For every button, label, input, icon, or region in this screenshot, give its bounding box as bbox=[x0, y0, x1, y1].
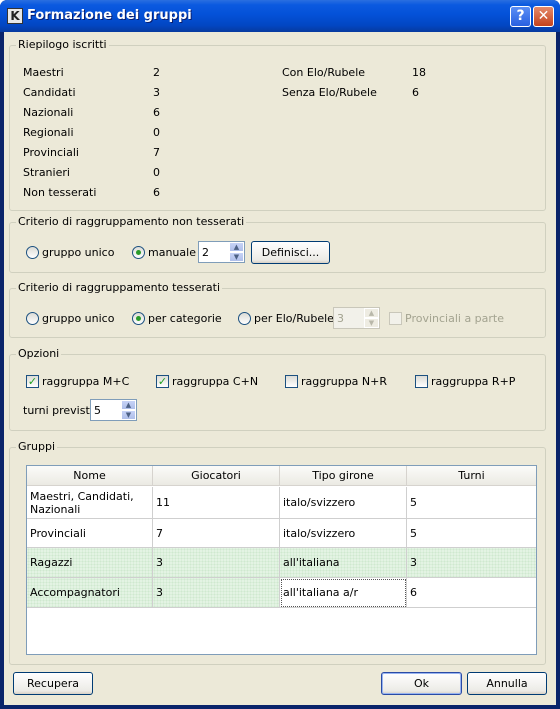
summary-label-regionali: Regionali bbox=[23, 126, 74, 139]
summary-label-maestri: Maestri bbox=[23, 66, 64, 79]
cell-turni[interactable]: 3 bbox=[407, 548, 536, 578]
raggruppa-nr-checkbox[interactable] bbox=[285, 375, 298, 388]
spinner-arrows-disabled: ▲ ▼ bbox=[364, 308, 379, 328]
cell-tipo-girone[interactable]: all'italiana bbox=[280, 548, 407, 578]
turni-previsti-value[interactable]: 5 bbox=[94, 404, 101, 417]
non-tesserati-radio-manuale[interactable] bbox=[132, 246, 145, 259]
cell-turni[interactable]: 6 bbox=[407, 578, 536, 608]
tesserati-spinner[interactable]: 3 ▲ ▼ bbox=[333, 307, 380, 329]
help-button[interactable]: ? bbox=[510, 6, 531, 27]
summary-value-stranieri: 0 bbox=[153, 166, 160, 179]
raggruppa-mc-checkbox[interactable]: ✓ bbox=[26, 375, 39, 388]
summary-value-nazionali: 6 bbox=[153, 106, 160, 119]
spinner-down-icon[interactable]: ▼ bbox=[121, 410, 136, 420]
table-row[interactable]: Accompagnatori 3 all'italiana a/r 6 bbox=[27, 578, 536, 608]
summary-label-con-elo: Con Elo/Rubele bbox=[282, 66, 366, 79]
tesserati-spinner-value: 3 bbox=[337, 312, 344, 325]
cell-tipo-girone[interactable]: all'italiana a/r bbox=[280, 578, 407, 608]
provinciali-a-parte-checkbox[interactable] bbox=[389, 312, 402, 325]
summary-label-non-tesserati: Non tesserati bbox=[23, 186, 97, 199]
annulla-button[interactable]: Annulla bbox=[467, 672, 547, 695]
dialog-client: Riepilogo iscritti Maestri 2 Candidati 3… bbox=[4, 32, 556, 705]
column-header-turni[interactable]: Turni bbox=[407, 466, 536, 486]
cell-nome[interactable]: Provinciali bbox=[27, 519, 153, 548]
raggruppa-cn-label[interactable]: raggruppa C+N bbox=[172, 375, 258, 388]
tesserati-label-elo[interactable]: per Elo/Rubele bbox=[254, 312, 334, 325]
spinner-arrows: ▲ ▼ bbox=[229, 242, 244, 262]
close-button[interactable]: ✕ bbox=[533, 6, 554, 27]
non-tesserati-radio-unico[interactable] bbox=[26, 246, 39, 259]
spinner-arrows: ▲ ▼ bbox=[121, 400, 136, 420]
cell-nome[interactable]: Accompagnatori bbox=[27, 578, 153, 608]
app-icon: K bbox=[7, 8, 23, 24]
summary-label-candidati: Candidati bbox=[23, 86, 76, 99]
column-header-tipo-girone[interactable]: Tipo girone bbox=[280, 466, 407, 486]
table-row[interactable]: Ragazzi 3 all'italiana 3 bbox=[27, 548, 536, 578]
column-header-nome[interactable]: Nome bbox=[27, 466, 153, 486]
spinner-up-icon: ▲ bbox=[364, 308, 379, 318]
tesserati-radio-categorie[interactable] bbox=[132, 312, 145, 325]
raggruppa-mc-label[interactable]: raggruppa M+C bbox=[42, 375, 129, 388]
summary-value-non-tesserati: 6 bbox=[153, 186, 160, 199]
non-tesserati-label-unico[interactable]: gruppo unico bbox=[42, 246, 114, 259]
summary-value-regionali: 0 bbox=[153, 126, 160, 139]
non-tesserati-group-title: Criterio di raggruppamento non tesserati bbox=[16, 215, 247, 229]
table-row[interactable]: Maestri, Candidati, Nazionali 11 italo/s… bbox=[27, 487, 536, 519]
cell-nome[interactable]: Maestri, Candidati, Nazionali bbox=[27, 487, 153, 519]
non-tesserati-label-manuale[interactable]: manuale bbox=[148, 246, 196, 259]
summary-label-provinciali: Provinciali bbox=[23, 146, 79, 159]
spinner-up-icon[interactable]: ▲ bbox=[229, 242, 244, 252]
cell-nome[interactable]: Ragazzi bbox=[27, 548, 153, 578]
tesserati-label-categorie[interactable]: per categorie bbox=[148, 312, 222, 325]
cell-turni[interactable]: 5 bbox=[407, 487, 536, 519]
table-header: Nome Giocatori Tipo girone Turni bbox=[27, 466, 536, 486]
cell-tipo-girone[interactable]: italo/svizzero bbox=[280, 487, 407, 519]
provinciali-a-parte-label: Provinciali a parte bbox=[405, 312, 505, 325]
tesserati-label-unico[interactable]: gruppo unico bbox=[42, 312, 114, 325]
summary-value-con-elo: 18 bbox=[412, 66, 426, 79]
spinner-down-icon: ▼ bbox=[364, 318, 379, 328]
raggruppa-rp-checkbox[interactable] bbox=[415, 375, 428, 388]
cell-giocatori[interactable]: 3 bbox=[153, 548, 280, 578]
groups-table: Nome Giocatori Tipo girone Turni Maestri… bbox=[26, 465, 537, 655]
summary-label-senza-elo: Senza Elo/Rubele bbox=[282, 86, 377, 99]
summary-label-stranieri: Stranieri bbox=[23, 166, 70, 179]
raggruppa-rp-label[interactable]: raggruppa R+P bbox=[431, 375, 515, 388]
define-button[interactable]: Definisci... bbox=[251, 241, 330, 264]
raggruppa-nr-label[interactable]: raggruppa N+R bbox=[301, 375, 387, 388]
tesserati-radio-unico[interactable] bbox=[26, 312, 39, 325]
dialog-window: K Formazione dei gruppi ? ✕ Riepilogo is… bbox=[0, 0, 560, 709]
summary-value-senza-elo: 6 bbox=[412, 86, 419, 99]
summary-value-candidati: 3 bbox=[153, 86, 160, 99]
cell-giocatori[interactable]: 3 bbox=[153, 578, 280, 608]
cell-giocatori[interactable]: 11 bbox=[153, 487, 280, 519]
title-bar[interactable]: K Formazione dei gruppi ? ✕ bbox=[0, 0, 560, 32]
summary-group-title: Riepilogo iscritti bbox=[16, 38, 109, 52]
table-row[interactable]: Provinciali 7 italo/svizzero 5 bbox=[27, 519, 536, 548]
summary-value-provinciali: 7 bbox=[153, 146, 160, 159]
non-tesserati-spinner[interactable]: 2 ▲ ▼ bbox=[198, 241, 245, 263]
spinner-down-icon[interactable]: ▼ bbox=[229, 252, 244, 262]
ok-button[interactable]: Ok bbox=[381, 672, 462, 695]
tesserati-radio-elo[interactable] bbox=[238, 312, 251, 325]
raggruppa-cn-checkbox[interactable]: ✓ bbox=[156, 375, 169, 388]
window-title: Formazione dei gruppi bbox=[27, 8, 192, 23]
summary-label-nazionali: Nazionali bbox=[23, 106, 74, 119]
tesserati-group-title: Criterio di raggruppamento tesserati bbox=[16, 281, 223, 295]
non-tesserati-spinner-value[interactable]: 2 bbox=[202, 246, 209, 259]
cell-turni[interactable]: 5 bbox=[407, 519, 536, 548]
turni-previsti-spinner[interactable]: 5 ▲ ▼ bbox=[90, 399, 137, 421]
column-header-giocatori[interactable]: Giocatori bbox=[153, 466, 280, 486]
spinner-up-icon[interactable]: ▲ bbox=[121, 400, 136, 410]
cell-giocatori[interactable]: 7 bbox=[153, 519, 280, 548]
cell-tipo-girone[interactable]: italo/svizzero bbox=[280, 519, 407, 548]
groups-group-title: Gruppi bbox=[16, 440, 58, 454]
recupera-button[interactable]: Recupera bbox=[13, 672, 93, 695]
turni-previsti-label: turni previsti bbox=[23, 404, 93, 417]
summary-value-maestri: 2 bbox=[153, 66, 160, 79]
options-group-title: Opzioni bbox=[16, 347, 62, 361]
